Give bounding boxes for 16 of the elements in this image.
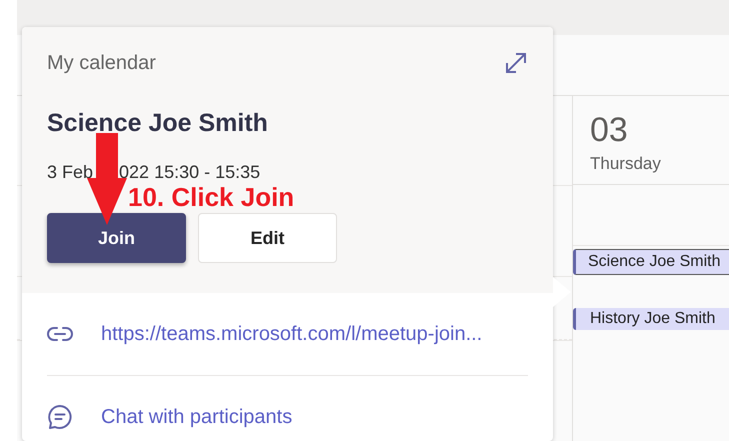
join-button[interactable]: Join [47, 213, 186, 263]
calendar-name: My calendar [47, 52, 156, 74]
link-icon [47, 327, 73, 341]
annotation-text: 10. Click Join [128, 182, 294, 213]
chat-icon [47, 404, 73, 430]
chat-link[interactable]: Chat with participants [101, 406, 292, 428]
expand-icon[interactable] [504, 51, 528, 75]
event-time: 3 Feb [47, 162, 94, 183]
edit-button[interactable]: Edit [198, 213, 337, 263]
weekday-label: Thursday [590, 154, 661, 174]
calendar-event[interactable]: History Joe Smith [573, 308, 729, 330]
calendar-event[interactable]: Science Joe Smith [573, 249, 729, 275]
meeting-link[interactable]: https://teams.microsoft.com/l/meetup-join... [101, 322, 482, 346]
event-time: 022 15:30 - 15:35 [119, 162, 260, 183]
day-number: 03 [590, 110, 628, 150]
event-title: Science Joe Smith [47, 109, 268, 138]
